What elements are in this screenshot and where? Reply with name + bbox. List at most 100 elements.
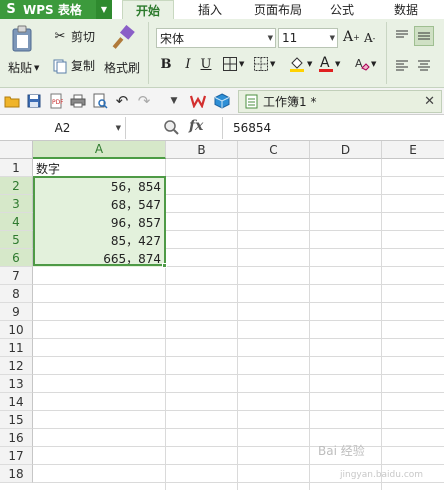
tab-data[interactable]: 数据 xyxy=(380,0,432,19)
paste-label[interactable]: 粘贴 ▼ xyxy=(8,59,39,76)
tab-home[interactable]: 开始 xyxy=(122,0,174,19)
formula-input[interactable]: 56854 xyxy=(222,117,444,139)
cut-button[interactable]: ✂ 剪切 xyxy=(52,28,95,45)
row-header[interactable]: 7 xyxy=(0,267,33,285)
insert-function-button[interactable]: fx xyxy=(189,118,203,134)
gridline xyxy=(33,428,444,429)
close-icon[interactable]: ✕ xyxy=(424,94,435,109)
select-all-corner[interactable] xyxy=(0,141,33,159)
row-header[interactable]: 10 xyxy=(0,321,33,339)
column-header-d[interactable]: D xyxy=(310,141,382,159)
align-center-button[interactable] xyxy=(416,58,432,72)
zoom-search-icon[interactable] xyxy=(163,119,179,135)
row-header[interactable]: 1 xyxy=(0,159,33,177)
row-header[interactable]: 17 xyxy=(0,447,33,465)
decrease-font-size-button[interactable]: A- xyxy=(364,31,375,45)
font-size-select[interactable]: 11 ▼ xyxy=(278,28,338,48)
cell-style-button[interactable]: ▼ xyxy=(253,56,275,72)
font-color-icon: A xyxy=(319,55,333,72)
align-center-icon xyxy=(418,60,430,71)
cell-a2[interactable]: 56，854 xyxy=(33,177,165,195)
row-header[interactable]: 16 xyxy=(0,429,33,447)
gridline xyxy=(33,374,444,375)
print-icon[interactable] xyxy=(70,93,86,109)
chevron-down-icon[interactable]: ▼ xyxy=(96,0,112,19)
cube-icon[interactable] xyxy=(214,93,230,109)
tab-page-layout[interactable]: 页面布局 xyxy=(246,0,310,19)
wps-w-icon[interactable] xyxy=(190,93,206,109)
svg-text:PDF: PDF xyxy=(52,99,63,106)
cell-a5[interactable]: 85，427 xyxy=(33,231,165,249)
column-header-a[interactable]: A xyxy=(33,141,166,159)
row-header[interactable]: 6 xyxy=(0,249,33,267)
align-left-button[interactable] xyxy=(394,58,410,72)
tab-insert[interactable]: 插入 xyxy=(184,0,236,19)
copy-button[interactable]: 复制 xyxy=(52,57,95,74)
column-header-e[interactable]: E xyxy=(382,141,444,159)
paste-button[interactable] xyxy=(10,25,34,53)
row-header[interactable]: 4 xyxy=(0,213,33,231)
align-middle-button[interactable] xyxy=(414,26,434,46)
open-folder-icon[interactable] xyxy=(4,93,20,109)
formula-bar: A2 ▼ fx 56854 xyxy=(0,115,444,141)
row-header[interactable]: 13 xyxy=(0,375,33,393)
eraser-icon: A xyxy=(355,57,370,71)
gridline xyxy=(33,464,444,465)
cell-a3[interactable]: 68，547 xyxy=(33,195,165,213)
paint-bucket-icon xyxy=(290,57,304,72)
format-painter-label[interactable]: 格式刷 xyxy=(104,59,140,76)
fill-color-button[interactable]: ▼ xyxy=(288,55,312,73)
cell-a1[interactable]: 数字 xyxy=(33,159,165,177)
cell-a4[interactable]: 96，857 xyxy=(33,213,165,231)
row-header[interactable]: 2 xyxy=(0,177,33,195)
tab-formulas[interactable]: 公式 xyxy=(316,0,368,19)
copy-icon xyxy=(53,59,67,73)
font-color-button[interactable]: A ▼ xyxy=(318,54,340,74)
row-header[interactable]: 18 xyxy=(0,465,33,483)
row-header[interactable]: 5 xyxy=(0,231,33,249)
row-header[interactable]: 9 xyxy=(0,303,33,321)
border-icon xyxy=(223,57,237,71)
copy-label: 复制 xyxy=(71,59,96,73)
app-name: WPS 表格 xyxy=(23,3,82,17)
bold-button[interactable]: B xyxy=(158,55,174,73)
chevron-down-icon[interactable]: ▼ xyxy=(166,93,182,109)
align-top-icon xyxy=(396,30,408,38)
align-middle-icon xyxy=(418,32,430,40)
underline-button[interactable]: U xyxy=(198,55,214,73)
fill-handle[interactable] xyxy=(162,263,167,268)
chevron-down-icon: ▼ xyxy=(239,60,245,68)
grid-style-icon xyxy=(254,57,268,71)
gridline xyxy=(33,446,444,447)
print-preview-icon[interactable] xyxy=(92,93,108,109)
row-header[interactable]: 15 xyxy=(0,411,33,429)
redo-icon[interactable]: ↷ xyxy=(136,92,152,110)
document-title: 工作簿1 * xyxy=(263,95,317,109)
borders-button[interactable]: ▼ xyxy=(222,56,244,72)
clear-format-button[interactable]: A ▼ xyxy=(354,56,376,72)
increase-font-size-button[interactable]: A + xyxy=(343,29,360,45)
column-header-c[interactable]: C xyxy=(238,141,310,159)
font-name-select[interactable]: 宋体 ▼ xyxy=(156,28,276,48)
row-header[interactable]: 11 xyxy=(0,339,33,357)
gridline xyxy=(33,284,444,285)
name-box[interactable]: A2 ▼ xyxy=(0,117,126,139)
chevron-down-icon: ▼ xyxy=(371,60,377,68)
gridline xyxy=(309,159,310,490)
align-top-button[interactable] xyxy=(394,29,410,43)
column-header-b[interactable]: B xyxy=(166,141,238,159)
row-header[interactable]: 12 xyxy=(0,357,33,375)
cell-a6[interactable]: 665，874 xyxy=(33,249,165,267)
row-header[interactable]: 8 xyxy=(0,285,33,303)
row-header[interactable]: 3 xyxy=(0,195,33,213)
export-pdf-icon[interactable]: PDF xyxy=(48,93,64,109)
svg-text:A: A xyxy=(320,55,330,71)
italic-button[interactable]: I xyxy=(180,55,196,73)
row-header[interactable]: 14 xyxy=(0,393,33,411)
app-menu-button[interactable]: S WPS 表格 ▼ xyxy=(0,0,112,19)
format-painter-button[interactable] xyxy=(112,25,136,51)
document-tab[interactable]: 工作簿1 * ✕ xyxy=(238,90,442,113)
chevron-down-icon: ▼ xyxy=(34,63,40,72)
save-icon[interactable] xyxy=(26,93,42,109)
undo-icon[interactable]: ↶ xyxy=(114,92,130,110)
